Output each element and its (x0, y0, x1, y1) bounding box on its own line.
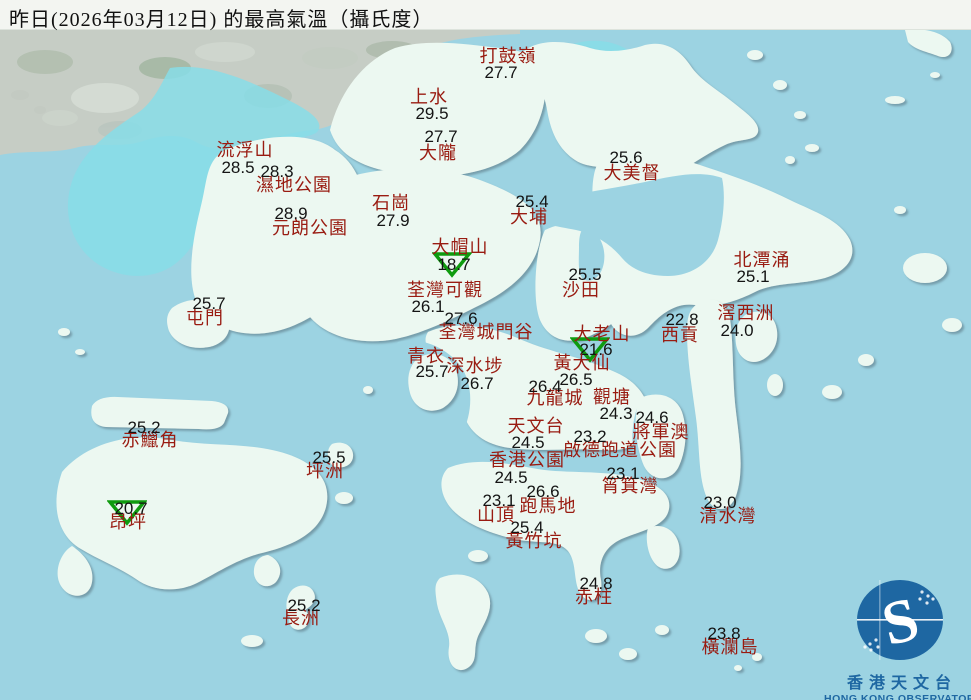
station-value: 18.7 (437, 255, 471, 274)
station-value: 24.8 (579, 574, 613, 593)
station-value: 25.6 (609, 148, 643, 167)
page-title: 昨日(2026年03月12日) 的最高氣溫（攝氏度） (9, 9, 434, 31)
station-value: 28.3 (260, 162, 294, 181)
weather-map-page: 打鼓嶺 27.7 上水 29.5 大隴 27.7 大美督 25.6 流浮山 28.5 濕地公園 28.… (0, 0, 971, 700)
hko-logo-icon: S (857, 580, 943, 660)
station-value: 25.2 (287, 596, 321, 615)
station-name: 滘西洲 (717, 303, 775, 323)
station-value: 26.5 (559, 370, 593, 389)
station-value: 28.9 (274, 204, 308, 223)
station-value: 26.6 (526, 482, 560, 501)
hko-logo-name-cn: 香港天文台 (846, 675, 957, 692)
station-value: 24.3 (599, 404, 633, 423)
station-value: 25.5 (312, 448, 346, 467)
station-value: 29.5 (415, 104, 449, 123)
station-value: 23.0 (703, 493, 737, 512)
station-name: 深水埗 (446, 356, 504, 376)
station-value: 26.4 (528, 377, 562, 396)
station-value: 27.7 (424, 127, 458, 146)
station-value: 24.5 (511, 433, 545, 452)
station-value: 22.8 (665, 310, 699, 329)
station-value: 26.1 (411, 297, 445, 316)
station-name: 石崗 (372, 193, 410, 213)
station-value: 25.4 (515, 192, 549, 211)
station-value: 25.1 (736, 267, 770, 286)
station-value: 27.7 (484, 63, 518, 82)
station-value: 23.8 (707, 624, 741, 643)
station-value: 24.5 (494, 468, 528, 487)
station-value: 23.2 (573, 427, 607, 446)
station-value: 27.9 (376, 211, 410, 230)
title-bar: 昨日(2026年03月12日) 的最高氣溫（攝氏度） (0, 0, 971, 31)
hko-logo: S 香港天文台 HONG KONG OBSERVATORY (824, 570, 971, 700)
hko-logo-name-en: HONG KONG OBSERVATORY (824, 693, 971, 700)
station-value: 20.7 (114, 499, 148, 518)
station-value: 24.0 (720, 321, 754, 340)
station-value: 25.2 (127, 418, 161, 437)
station-value: 28.5 (221, 158, 255, 177)
station-name: 大帽山 (431, 237, 489, 257)
station-value: 25.7 (415, 362, 449, 381)
station-value: 23.1 (606, 464, 640, 483)
station-name: 大隴 (419, 143, 457, 163)
station-value: 25.5 (568, 265, 602, 284)
station-value: 25.7 (192, 294, 226, 313)
station-value: 24.6 (635, 408, 669, 427)
station-name: 香港公園 (489, 450, 565, 470)
station-value: 25.4 (510, 518, 544, 537)
station-name: 流浮山 (216, 140, 274, 160)
station-value: 23.1 (482, 491, 516, 510)
station-value: 27.6 (444, 309, 478, 328)
station-value: 26.7 (460, 374, 494, 393)
